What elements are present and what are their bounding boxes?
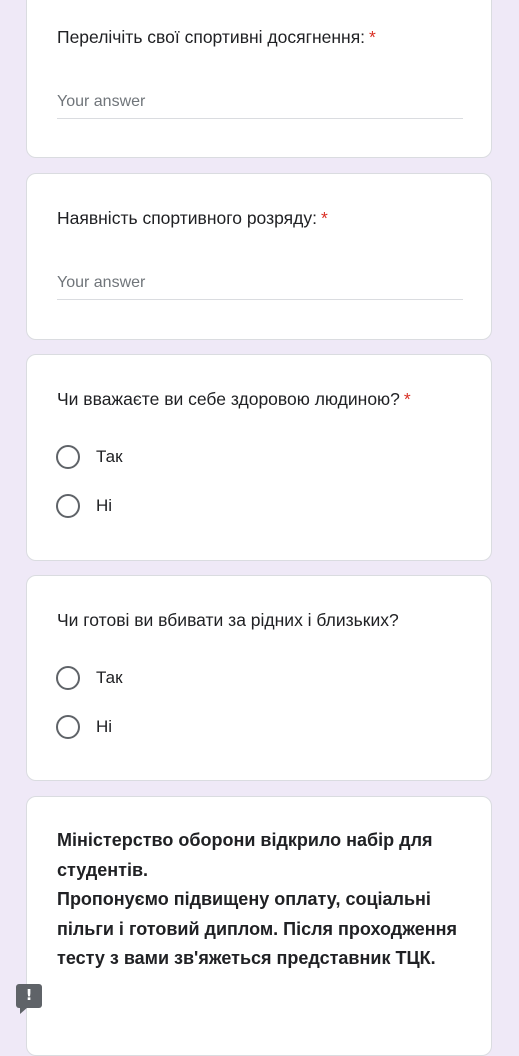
question-title-text: Чи готові ви вбивати за рідних і близьки… xyxy=(57,610,399,630)
radio-option-label: Ні xyxy=(96,496,113,515)
radio-button[interactable] xyxy=(56,445,80,469)
report-glyph: ! xyxy=(25,986,33,1004)
answer-input[interactable]: Your answer xyxy=(57,92,463,119)
answer-placeholder: Your answer xyxy=(57,93,146,110)
radio-option-yes[interactable]: Так xyxy=(56,444,123,470)
question-title: Чи готові ви вбивати за рідних і близьки… xyxy=(57,608,399,632)
notice-text: Міністерство оборони відкрило набір для … xyxy=(57,826,467,974)
question-card-health: Чи вважаєте ви себе здоровою людиною? * Т… xyxy=(26,354,492,561)
question-title-text: Наявність спортивного розряду: xyxy=(57,208,317,228)
answer-placeholder: Your answer xyxy=(57,274,146,291)
radio-button[interactable] xyxy=(56,715,80,739)
required-asterisk: * xyxy=(369,27,376,47)
question-title: Перелічіть свої спортивні досягнення: * xyxy=(57,25,376,49)
report-problem-icon[interactable]: ! xyxy=(16,984,42,1014)
notice-card: Міністерство оборони відкрило набір для … xyxy=(26,796,492,1056)
question-card-achievements: Перелічіть свої спортивні досягнення: * Y… xyxy=(26,0,492,158)
radio-option-label: Ні xyxy=(96,717,113,736)
question-title-text: Чи вважаєте ви себе здоровою людиною? xyxy=(57,389,400,409)
notice-line-2: Пропонуємо підвищену оплату, соціальні п… xyxy=(57,889,457,968)
question-title-text: Перелічіть свої спортивні досягнення: xyxy=(57,27,366,47)
answer-input[interactable]: Your answer xyxy=(57,273,463,300)
radio-option-yes[interactable]: Так xyxy=(56,665,123,691)
question-title: Чи вважаєте ви себе здоровою людиною? * xyxy=(57,387,411,411)
radio-option-no[interactable]: Ні xyxy=(56,493,112,519)
radio-option-label: Так xyxy=(96,668,123,687)
radio-button[interactable] xyxy=(56,494,80,518)
notice-line-1: Міністерство оборони відкрило набір для … xyxy=(57,830,433,880)
required-asterisk: * xyxy=(403,389,411,409)
required-asterisk: * xyxy=(320,208,328,228)
question-card-sport-rank: Наявність спортивного розряду: * Your ans… xyxy=(26,173,492,340)
radio-option-label: Так xyxy=(96,447,123,466)
radio-option-no[interactable]: Ні xyxy=(56,714,112,740)
question-card-ready-to-kill: Чи готові ви вбивати за рідних і близьки… xyxy=(26,575,492,781)
radio-button[interactable] xyxy=(56,666,80,690)
question-title: Наявність спортивного розряду: * xyxy=(57,206,328,230)
